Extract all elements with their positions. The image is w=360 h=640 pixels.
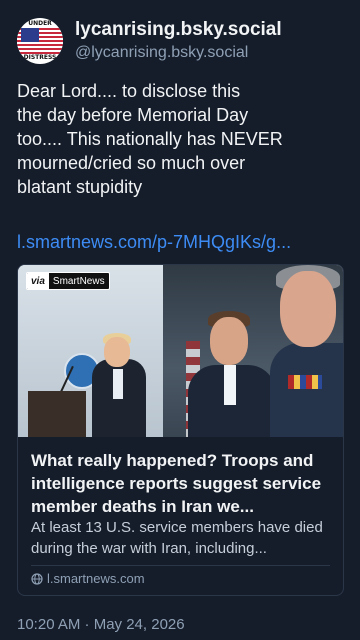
link-card-divider <box>31 565 330 566</box>
post-text: Dear Lord.... to disclose this the day b… <box>17 81 283 197</box>
via-smartnews-badge: via SmartNews <box>26 272 110 290</box>
globe-icon <box>31 572 43 585</box>
post-timestamp: 10:20 AM · May 24, 2026 <box>17 616 185 633</box>
post-link[interactable]: l.smartnews.com/p-7MHQgIKs/g... <box>17 230 346 254</box>
post-header: UNDER DISTRESS lycanrising.bsky.social @… <box>17 16 343 66</box>
link-card-title: What really happened? Troops and intelli… <box>31 451 322 516</box>
link-card-domain-text: l.smartnews.com <box>47 571 145 586</box>
via-brand: SmartNews <box>52 275 105 287</box>
link-card[interactable]: via SmartNews What really happened? Troo… <box>17 264 344 596</box>
avatar-text-top: UNDER <box>28 20 52 27</box>
via-label: via <box>27 273 49 289</box>
post: UNDER DISTRESS lycanrising.bsky.social @… <box>0 0 360 640</box>
author-display-name[interactable]: lycanrising.bsky.social <box>75 19 282 41</box>
link-card-domain: l.smartnews.com <box>31 571 145 586</box>
link-card-description: At least 13 U.S. service members have di… <box>31 519 323 557</box>
avatar[interactable]: UNDER DISTRESS <box>17 18 63 64</box>
author-handle[interactable]: @lycanrising.bsky.social <box>75 43 282 63</box>
link-card-image: via SmartNews <box>18 265 343 437</box>
flag-icon <box>17 28 63 54</box>
avatar-text-bottom: DISTRESS <box>23 54 57 61</box>
author-names: lycanrising.bsky.social @lycanrising.bsk… <box>75 19 282 63</box>
